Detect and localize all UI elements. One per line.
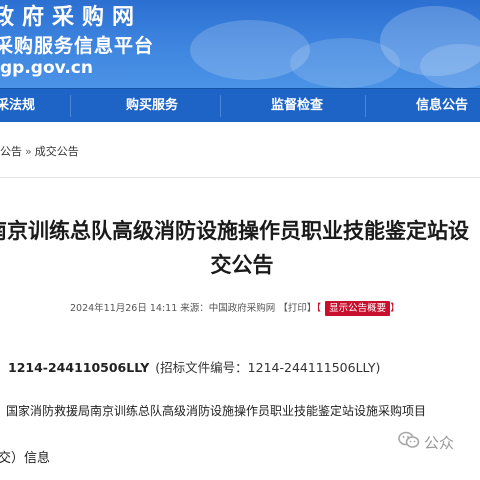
nav-divider (365, 95, 366, 117)
article-title-continued: 交公告 (210, 253, 274, 277)
article-source: 来源：中国政府采购网 (180, 303, 276, 314)
nav-divider (220, 95, 221, 117)
cloud-decoration (420, 44, 480, 88)
nav-item-announcements[interactable]: 信息公告 (416, 89, 468, 123)
tender-doc-number: (招标文件编号：1214-244111506LLY) (155, 360, 381, 375)
deal-info-heading: 交）信息 (0, 451, 51, 466)
main-nav: 采法规 购买服务 监督检查 信息公告 (0, 88, 480, 122)
site-url: gp.gov.cn (0, 58, 93, 78)
bracket-close: 】 (390, 303, 400, 314)
publish-date: 2024年11月26日 14:11 (70, 303, 178, 314)
project-name: 国家消防救援局南京训练总队高级消防设施操作员职业技能鉴定站设施采购项目 (6, 404, 427, 418)
article-title: 南京训练总队高级消防设施操作员职业技能鉴定站设 (0, 219, 469, 243)
watermark-label: 公众 (424, 434, 455, 452)
nav-item-supervision[interactable]: 监督检查 (271, 89, 323, 123)
breadcrumb: 公告» 成交公告 (0, 142, 79, 162)
project-number: 1214-244110506LLY (8, 360, 150, 375)
nav-item-purchase-services[interactable]: 购买服务 (126, 89, 178, 123)
nav-item-regulations[interactable]: 采法规 (0, 89, 35, 123)
site-title: 政府采购网 (0, 5, 143, 30)
nav-divider (70, 95, 71, 117)
section-divider (0, 177, 480, 178)
wechat-watermark: 公众 (398, 430, 454, 456)
article-meta: 2024年11月26日 14:11 来源：中国政府采购网 【打印】【 显示公告概要… (70, 300, 400, 318)
wechat-icon (398, 431, 420, 457)
site-subtitle: 采购服务信息平台 (0, 35, 155, 57)
print-link[interactable]: 【打印】 (278, 303, 316, 314)
project-number-line: 1214-244110506LLY (招标文件编号：1214-244111506L… (8, 358, 380, 378)
bracket-open: 【 (316, 303, 322, 314)
breadcrumb-link-announcements[interactable]: 公告 (0, 145, 22, 158)
breadcrumb-link-deal-announcements[interactable]: 成交公告 (35, 145, 79, 158)
site-header-banner: 政府采购网 采购服务信息平台 gp.gov.cn (0, 0, 480, 88)
show-summary-button[interactable]: 显示公告概要 (325, 301, 391, 316)
breadcrumb-separator: » (25, 145, 32, 158)
